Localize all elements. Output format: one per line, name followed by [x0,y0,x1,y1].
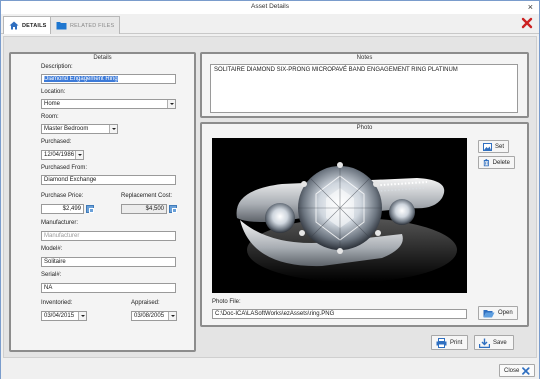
purchased-value: 12/04/1986 [44,152,75,158]
folder-icon [56,22,67,30]
purchase-price-label: Purchase Price: [41,193,84,199]
home-icon [9,21,19,30]
location-select[interactable]: Home [41,99,176,109]
replacement-cost-value: $4,500 [145,206,164,212]
window-close-button[interactable]: × [528,1,533,14]
print-label: Print [450,339,463,346]
window-title: Asset Details [251,3,289,10]
set-photo-label: Set [494,143,504,150]
manufacturer-input[interactable]: Manufacturer [41,231,176,241]
close-button[interactable]: Close [499,364,535,377]
tab-related-files[interactable]: RELATED FILES [50,16,121,34]
status-bar: Close [1,361,539,379]
tab-related-files-label: RELATED FILES [70,22,115,29]
serial-label: Serial#: [41,272,62,278]
notes-textarea[interactable]: SOLITAIRE DIAMOND SIX-PRONG MICROPAVÉ BA… [210,64,518,113]
open-file-label: Open [498,310,513,316]
purchased-from-input[interactable]: Diamond Exchange [41,175,176,185]
save-label: Save [493,339,507,346]
trash-icon [483,159,489,167]
asset-details-window: Asset Details × DETAILS RELATED FILES De… [0,0,540,379]
image-icon [483,142,492,151]
location-label: Location: [41,89,66,95]
notes-panel-title: Notes [356,55,373,61]
description-label: Description: [41,64,73,70]
appraised-label: Appraised: [131,300,160,306]
serial-input[interactable]: NA [41,283,176,293]
details-panel: Details Description: Diamond Engagement … [9,52,196,352]
replacement-cost-input[interactable]: $4,500 [121,204,167,214]
inventoried-label: Inventoried: [41,300,73,306]
model-value: Solitaire [44,259,66,265]
manufacturer-label: Manufacturer: [41,220,79,226]
model-input[interactable]: Solitaire [41,257,176,267]
inventoried-date-picker[interactable]: 03/04/2015 [41,311,87,321]
tab-bar: DETAILS RELATED FILES [1,14,539,34]
appraised-date-picker[interactable]: 03/08/2005 [131,311,177,321]
photo-panel-title: Photo [356,125,373,131]
ring-photo-icon [212,138,467,293]
appraised-value: 03/08/2005 [134,313,165,319]
purchase-price-value: $2,499 [62,206,81,212]
close-label: Close [504,367,520,374]
purchase-price-input[interactable]: $2,499 [41,204,84,214]
currency-calculator-icon[interactable] [169,205,177,213]
details-content: Details Description: Diamond Engagement … [3,36,537,358]
tab-details-label: DETAILS [22,22,47,29]
purchased-label: Purchased: [41,139,72,145]
room-select[interactable]: Master Bedroom [41,124,118,134]
printer-icon [436,337,447,348]
chevron-down-icon[interactable] [167,100,175,108]
chevron-down-icon[interactable] [78,312,86,320]
photo-file-label: Photo File: [212,299,241,305]
serial-value: NA [44,285,53,291]
inventoried-value: 03/04/2015 [44,313,75,319]
purchased-date-picker[interactable]: 12/04/1986 [41,150,84,160]
print-button[interactable]: Print [431,335,468,350]
details-panel-title: Details [93,55,112,61]
photo-file-value: C:\Doc-ICA\LASoftWorks\ezAssets\ring.PNG [215,311,335,317]
description-value: Diamond Engagement Ring [44,76,118,82]
open-folder-icon [483,309,495,317]
delete-photo-button[interactable]: Delete [478,156,515,169]
purchased-from-value: Diamond Exchange [44,177,97,183]
location-value: Home [44,101,61,107]
description-input[interactable]: Diamond Engagement Ring [41,74,176,84]
replacement-cost-label: Replacement Cost: [121,193,173,199]
room-value: Master Bedroom [44,126,89,132]
photo-panel: Photo Set Delete Photo File: C:\Doc-ICA\… [200,122,529,327]
title-bar: Asset Details × [1,1,539,14]
notes-panel: Notes SOLITAIRE DIAMOND SIX-PRONG MICROP… [200,52,529,118]
photo-image [212,138,467,293]
tab-details[interactable]: DETAILS [3,16,53,34]
chevron-down-icon[interactable] [168,312,176,320]
model-label: Model#: [41,246,63,252]
purchased-from-label: Purchased From: [41,165,88,171]
close-tab-icon[interactable] [521,17,533,29]
open-file-button[interactable]: Open [478,306,518,320]
currency-calculator-icon[interactable] [86,205,94,213]
room-label: Room: [41,114,59,120]
photo-file-input[interactable]: C:\Doc-ICA\LASoftWorks\ezAssets\ring.PNG [212,309,467,319]
chevron-down-icon[interactable] [75,151,83,159]
delete-photo-label: Delete [492,159,510,166]
close-icon [522,366,530,375]
save-button[interactable]: Save [474,335,514,350]
download-icon [479,338,490,348]
chevron-down-icon[interactable] [109,125,117,133]
set-photo-button[interactable]: Set [478,140,509,153]
manufacturer-placeholder: Manufacturer [44,233,80,239]
